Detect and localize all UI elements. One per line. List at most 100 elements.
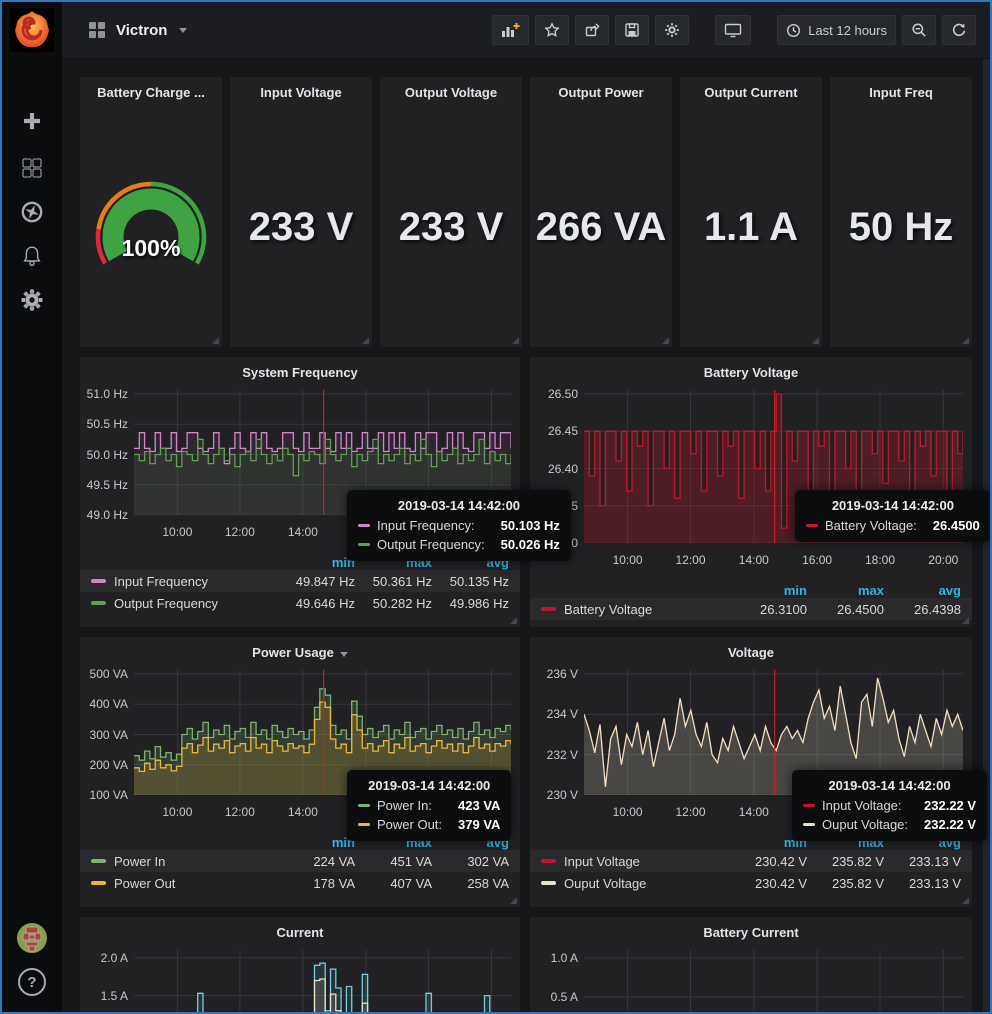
legend-series-name[interactable]: Power In <box>114 854 165 869</box>
legend-header-avg[interactable]: avg <box>884 583 961 598</box>
legend-color-swatch[interactable] <box>541 607 556 611</box>
y-axis-tick-label: 230 V <box>530 788 578 802</box>
star-button[interactable] <box>535 15 569 45</box>
settings-button[interactable] <box>655 15 689 45</box>
legend-header-avg[interactable]: avg <box>884 835 961 850</box>
grafana-logo[interactable] <box>10 8 54 52</box>
legend-series-name[interactable]: Input Voltage <box>564 854 640 869</box>
legend-row: Output Frequency49.646 Hz50.282 Hz49.986… <box>80 592 520 614</box>
panel-title[interactable]: System Frequency <box>80 362 520 384</box>
y-axis-tick-label: 49.5 Hz <box>80 478 128 492</box>
x-axis-tick-label: 20:00 <box>465 525 517 539</box>
configuration-gear-icon[interactable] <box>2 282 62 318</box>
legend-color-swatch[interactable] <box>541 881 556 885</box>
y-axis-tick-label: 232 V <box>530 748 578 762</box>
legend-header-max[interactable]: max <box>807 583 884 598</box>
save-button[interactable] <box>615 15 649 45</box>
legend-series-name[interactable]: Ouput Voltage <box>564 876 646 891</box>
x-axis-tick-label: 12:00 <box>665 553 717 567</box>
panel-resize-handle[interactable] <box>512 337 519 344</box>
chevron-down-icon <box>179 28 187 33</box>
scrollbar[interactable] <box>983 59 990 1012</box>
y-axis-tick-label: 1.0 A <box>530 951 578 965</box>
panel-resize-handle[interactable] <box>812 337 819 344</box>
user-avatar[interactable] <box>2 920 62 956</box>
panel-title[interactable]: Voltage <box>530 642 972 664</box>
legend-header-min[interactable]: min <box>278 835 355 850</box>
panel-resize-handle[interactable] <box>510 617 517 624</box>
legend-series-name[interactable]: Output Frequency <box>114 596 218 611</box>
cycle-view-button[interactable] <box>715 15 751 45</box>
dashboard-title[interactable]: Victron <box>116 22 167 39</box>
panel-resize-handle[interactable] <box>962 897 969 904</box>
legend-header-max[interactable]: max <box>355 555 432 570</box>
chart-plot-area[interactable] <box>134 390 511 515</box>
panel-resize-handle[interactable] <box>962 617 969 624</box>
legend-header-min[interactable]: min <box>730 835 807 850</box>
x-axis-tick-label: 20:00 <box>465 805 517 819</box>
legend-color-swatch[interactable] <box>91 579 106 583</box>
legend-series-name[interactable]: Battery Voltage <box>564 602 652 617</box>
y-axis-tick-label: 49.0 Hz <box>80 508 128 522</box>
panel-resize-handle[interactable] <box>362 337 369 344</box>
legend-color-swatch[interactable] <box>91 859 106 863</box>
dashboard-grid-icon <box>88 21 106 39</box>
legend-header-avg[interactable]: avg <box>432 555 509 570</box>
chart-legend: minmaxavgBattery Voltage26.310026.450026… <box>530 582 972 620</box>
stat-value: 233 V <box>380 205 522 250</box>
legend-series-name[interactable]: Input Frequency <box>114 574 208 589</box>
panel-resize-handle[interactable] <box>510 897 517 904</box>
sidebar: ? <box>2 2 62 1012</box>
legend-row: Battery Voltage26.310026.450026.4398 <box>530 598 972 620</box>
legend-header-min[interactable]: min <box>278 555 355 570</box>
panel-title[interactable]: Battery Voltage <box>530 362 972 384</box>
legend-color-swatch[interactable] <box>91 601 106 605</box>
chart-plot-area[interactable] <box>584 950 963 1014</box>
chart-panel: Battery Current1.0 A0.5 A10:0012:0014:00… <box>530 917 972 1014</box>
x-axis-tick-label: 20:00 <box>917 553 969 567</box>
legend-row: Input Voltage230.42 V235.82 V233.13 V <box>530 850 972 872</box>
create-plus-icon[interactable] <box>2 103 62 139</box>
add-panel-button[interactable] <box>492 15 529 45</box>
panel-title[interactable]: Input Voltage <box>230 82 372 104</box>
legend-series-name[interactable]: Power Out <box>114 876 175 891</box>
legend-header-min[interactable]: min <box>730 583 807 598</box>
battery-charge-gauge: 100% <box>91 179 211 275</box>
explore-compass-icon[interactable] <box>2 194 62 230</box>
legend-color-swatch[interactable] <box>541 859 556 863</box>
x-axis-tick-label: 12:00 <box>665 805 717 819</box>
dashboard-breadcrumb[interactable]: Victron <box>88 21 187 39</box>
alerting-bell-icon[interactable] <box>2 238 62 274</box>
zoom-out-button[interactable] <box>902 15 936 45</box>
panel-title[interactable]: Input Freq <box>830 82 972 104</box>
panel-resize-handle[interactable] <box>662 337 669 344</box>
panel-title[interactable]: Output Power <box>530 82 672 104</box>
stat-panel: Input Freq50 Hz <box>830 77 972 347</box>
share-button[interactable] <box>575 15 609 45</box>
panel-title[interactable]: Output Current <box>680 82 822 104</box>
help-icon[interactable]: ? <box>2 964 62 1000</box>
x-axis-tick-label: 20:00 <box>917 805 969 819</box>
legend-header-avg[interactable]: avg <box>432 835 509 850</box>
panel-resize-handle[interactable] <box>212 337 219 344</box>
legend-avg-value: 302 VA <box>432 854 509 869</box>
legend-color-swatch[interactable] <box>91 881 106 885</box>
time-range-button[interactable]: Last 12 hours <box>777 15 896 45</box>
panel-title[interactable]: Battery Charge ... <box>80 82 222 104</box>
refresh-button[interactable] <box>942 15 976 45</box>
panel-title[interactable]: Output Voltage <box>380 82 522 104</box>
chart-legend: minmaxavgInput Voltage230.42 V235.82 V23… <box>530 834 972 894</box>
y-axis-tick-label: 26.50 <box>530 387 578 401</box>
dashboards-grid-icon[interactable] <box>2 150 62 186</box>
legend-header-max[interactable]: max <box>355 835 432 850</box>
panel-title[interactable]: Power Usage <box>80 642 520 664</box>
chart-plot-area[interactable] <box>584 670 963 795</box>
chart-plot-area[interactable] <box>584 390 963 543</box>
panel-title[interactable]: Battery Current <box>530 922 972 944</box>
legend-header-max[interactable]: max <box>807 835 884 850</box>
panel-title[interactable]: Current <box>80 922 520 944</box>
panel-resize-handle[interactable] <box>962 337 969 344</box>
chart-plot-area[interactable] <box>134 950 511 1014</box>
stat-panel: Output Power266 VA <box>530 77 672 347</box>
chart-plot-area[interactable] <box>134 670 511 795</box>
